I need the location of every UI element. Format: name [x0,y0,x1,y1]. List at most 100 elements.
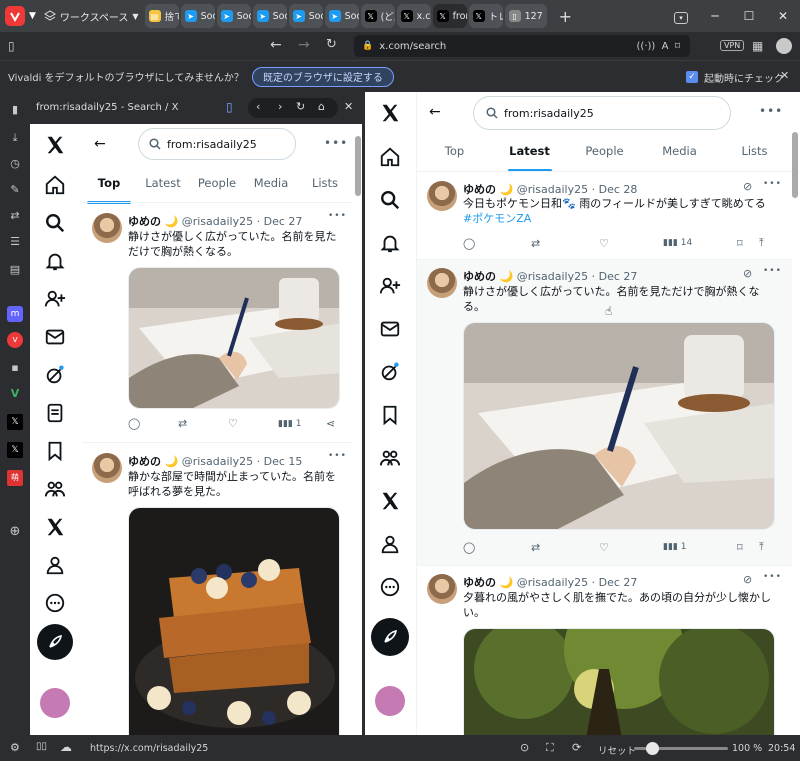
browser-tab[interactable]: 𝕏x.co [396,4,431,28]
tweet-image-french-toast[interactable] [128,507,340,735]
communities-icon[interactable] [379,447,401,469]
author-handle[interactable]: @risadaily25 [182,215,253,228]
tab-people[interactable]: People [567,144,642,158]
x-panel-icon[interactable]: 𝕏 [7,442,23,458]
share-icon[interactable]: ⤒ [759,236,764,250]
panel-scrollbar[interactable] [355,136,361,196]
bookmarks-icon[interactable] [44,440,66,462]
compose-post-button[interactable] [37,624,73,660]
close-notify-icon[interactable]: ✕ [780,69,789,82]
capture-icon[interactable]: ⊙ [520,741,529,754]
address-tools-icons[interactable]: ((·)) A ⌑ [637,41,680,52]
x-logo-icon[interactable] [44,134,66,156]
browser-tab[interactable]: ➤Soci [216,4,251,28]
tweet[interactable]: ゆめの 🌙 @risadaily25 · Dec 27 ⊘ ••• 夕暮れの風が… [417,566,792,735]
tab-top[interactable]: Top [417,144,492,158]
page-scrollbar[interactable] [792,132,798,198]
explore-icon[interactable] [379,189,401,211]
author-name[interactable]: ゆめの [463,576,496,589]
explore-icon[interactable] [44,212,66,234]
views-count[interactable]: ▮▮▮ 1 [278,419,326,429]
tweet-image-writing[interactable] [463,322,775,530]
tweet-date[interactable]: Dec 28 [599,183,638,196]
vivaldi-panel-icon[interactable]: v [7,332,23,348]
reload-icon[interactable]: ↻ [326,37,337,52]
share-icon[interactable]: ⤒ [759,540,764,554]
browser-tab[interactable]: ▤捨て [144,4,179,28]
notifications-icon[interactable] [44,250,66,272]
new-tab-button[interactable]: + [559,7,572,26]
mobile-view-icon[interactable]: ▯ [226,100,233,114]
tweet-more-icon[interactable]: ••• [763,266,782,276]
follow-icon[interactable] [44,288,66,310]
tweet-avatar[interactable] [92,453,122,483]
repost-icon[interactable]: ⇄ [531,541,599,554]
zoom-slider-handle[interactable] [646,742,659,755]
vivaldi-menu-icon[interactable] [5,6,25,26]
author-handle[interactable]: @risadaily25 [517,183,588,196]
minimize-button[interactable]: ─ [698,9,732,23]
communities-icon[interactable] [44,478,66,500]
tweet[interactable]: ゆめの 🌙 @risadaily25 · Dec 27 ⊘ ••• 静けさが優し… [417,260,792,566]
author-name[interactable]: ゆめの [128,455,161,468]
tweet-date[interactable]: Dec 15 [264,455,303,468]
tab-lists[interactable]: Lists [717,144,792,158]
tweet-more-icon[interactable]: ••• [328,211,347,221]
tweet-image-forest[interactable] [463,628,775,735]
maximize-button[interactable]: ☐ [732,9,766,23]
repost-icon[interactable]: ⇄ [178,417,228,430]
compose-post-button[interactable] [371,618,409,656]
reply-icon[interactable]: ◯ [463,237,531,250]
home-icon[interactable] [379,146,401,168]
lists-icon[interactable] [44,402,66,424]
site-info-icon[interactable]: 🔒 [362,41,373,51]
views-count[interactable]: ▮▮▮ 1 [663,542,737,552]
bookmarks-panel-icon[interactable]: ▮ [7,102,23,118]
tab-lists[interactable]: Lists [298,176,352,190]
search-back-icon[interactable]: ← [94,136,106,152]
zoom-slider[interactable] [634,742,728,755]
repost-icon[interactable]: ⇄ [531,237,599,250]
check-on-start-checkbox[interactable]: ✓ [686,71,698,83]
profile-icon[interactable] [44,554,66,576]
premium-icon[interactable] [379,490,401,512]
extensions-icon[interactable]: ▦ [752,39,763,53]
grok-analyze-icon[interactable]: ⊘ [743,267,752,280]
tab-people[interactable]: People [190,176,244,190]
search-input[interactable]: from:risadaily25 [138,128,296,160]
browser-tab[interactable]: ➤Soci [288,4,323,28]
tweet-date[interactable]: Dec 27 [599,270,638,283]
tweet-avatar[interactable] [427,181,457,211]
home-icon[interactable] [44,174,66,196]
like-icon[interactable]: ♡ [599,541,663,554]
panel-reload-icon[interactable]: ↻ [296,100,305,113]
grok-icon[interactable] [379,361,401,383]
app-panel-icon[interactable]: 萌 [7,470,23,486]
reply-icon[interactable]: ◯ [463,541,531,554]
history-panel-icon[interactable]: ◷ [7,156,23,172]
panel-back-icon[interactable]: ‹ [256,100,260,113]
browser-tab[interactable]: ➤Soci [324,4,359,28]
window-panel-icon[interactable]: ▤ [7,262,23,278]
account-avatar[interactable] [40,688,70,718]
profile-icon[interactable] [379,533,401,555]
tweet[interactable]: ゆめの 🌙 @risadaily25 · Dec 15 ••• 静かな部屋で時間… [82,443,352,735]
add-panel-icon[interactable]: ⊕ [7,524,23,540]
tab-latest[interactable]: Latest [136,176,190,190]
tweet-date[interactable]: Dec 27 [599,576,638,589]
workspace-switcher[interactable]: ワークスペース ▼ [43,9,139,24]
tab-list-icon[interactable]: ▾ [664,9,698,24]
set-default-button[interactable]: 既定のブラウザに設定する [251,66,394,87]
panel-forward-icon[interactable]: › [278,100,282,113]
account-avatar[interactable] [375,686,405,716]
notifications-icon[interactable] [379,232,401,254]
close-window-button[interactable]: ✕ [766,9,800,23]
x-panel-icon[interactable]: 𝕏 [7,414,23,430]
author-handle[interactable]: @risadaily25 [517,576,588,589]
like-icon[interactable]: ♡ [599,237,663,250]
grok-analyze-icon[interactable]: ⊘ [743,573,752,586]
more-options-icon[interactable]: ••• [759,104,783,118]
browser-tab[interactable]: ▯ 127 [504,4,547,28]
page-tiling-icon[interactable]: ⛶ [546,741,554,755]
search-input[interactable]: from:risadaily25 [473,96,731,130]
